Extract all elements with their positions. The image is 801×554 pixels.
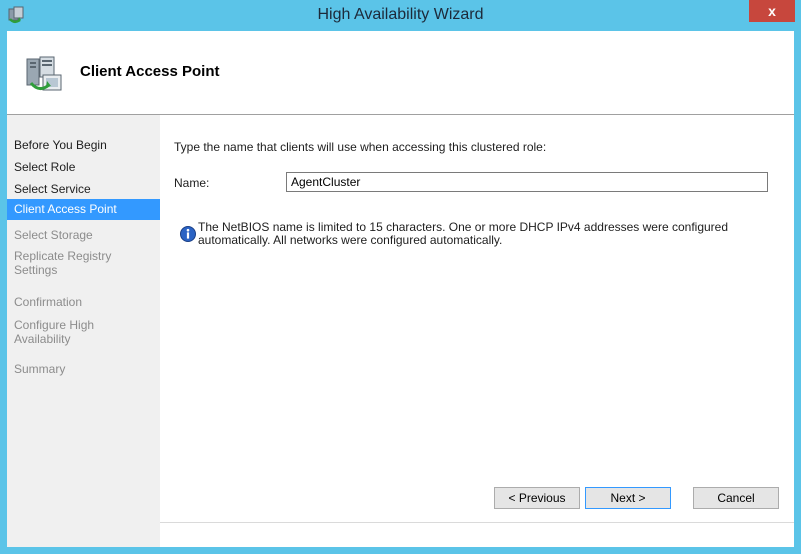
wizard-content: Type the name that clients will use when…	[160, 115, 794, 547]
nav-item-select-storage: Select Storage	[14, 228, 93, 242]
page-title: Client Access Point	[80, 63, 220, 80]
nav-item-configure-high-availability: Configure High Availability	[14, 318, 95, 346]
wizard-header: Client Access Point	[7, 31, 794, 115]
wizard-nav: Before You Begin Select Role Select Serv…	[7, 115, 160, 547]
info-icon	[180, 226, 196, 242]
cancel-button[interactable]: Cancel	[693, 487, 779, 509]
nav-item-summary: Summary	[14, 362, 66, 376]
name-input[interactable]	[286, 172, 768, 192]
close-button[interactable]: x	[749, 0, 795, 22]
info-message: The NetBIOS name is limited to 15 charac…	[198, 220, 729, 247]
previous-button[interactable]: < Previous	[494, 487, 580, 509]
wizard-window: High Availability Wizard x Client Access…	[0, 0, 801, 554]
nav-item-select-role[interactable]: Select Role	[14, 160, 154, 174]
nav-item-client-access-point[interactable]: Client Access Point	[7, 199, 160, 220]
name-label: Name:	[174, 176, 210, 190]
instruction-text: Type the name that clients will use when…	[174, 140, 547, 154]
nav-item-select-service[interactable]: Select Service	[14, 182, 154, 196]
nav-item-replicate-registry-settings: Replicate Registry Settings	[14, 249, 112, 277]
nav-item-before-you-begin[interactable]: Before You Begin	[14, 138, 154, 152]
server-cluster-icon	[26, 56, 62, 91]
client-area: Client Access Point Before You Begin Sel…	[7, 31, 794, 547]
title-bar[interactable]: High Availability Wizard x	[0, 0, 801, 31]
nav-item-confirmation: Confirmation	[14, 295, 83, 309]
footer-divider	[160, 522, 794, 523]
close-icon: x	[768, 3, 776, 19]
next-button[interactable]: Next >	[585, 487, 671, 509]
window-title: High Availability Wizard	[317, 6, 484, 23]
